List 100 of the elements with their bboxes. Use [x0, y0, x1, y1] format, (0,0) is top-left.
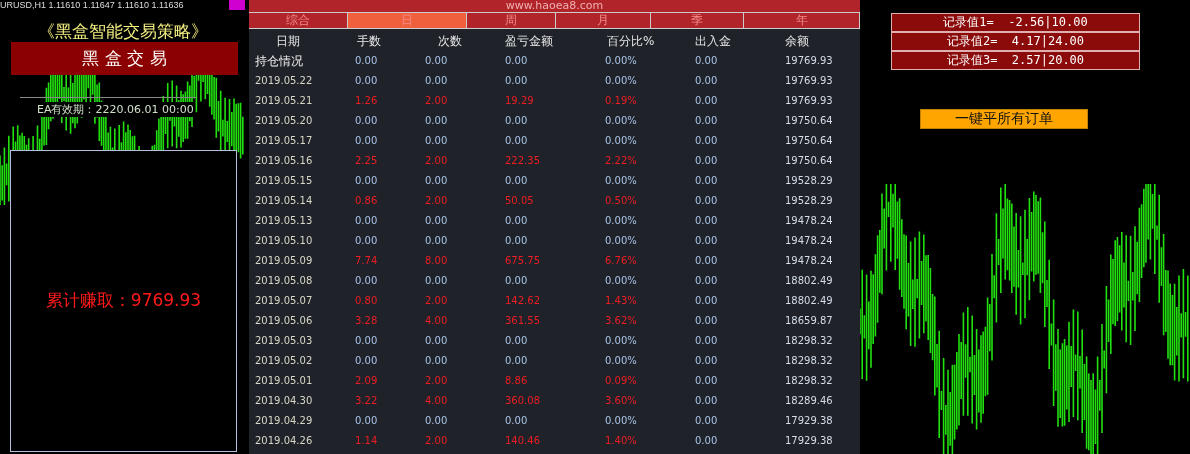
- table-cell-text: 19750.64: [785, 114, 834, 128]
- record-value: 记录值3= 2.57|20.00: [891, 51, 1140, 70]
- table-cell-text: 0.00: [355, 414, 379, 428]
- table-cell-text: 持仓情况: [255, 53, 304, 70]
- table-cell-text: 0.00: [695, 414, 719, 428]
- table-cell-text: 1.43%: [605, 294, 638, 308]
- table-cell-text: 6.76%: [605, 254, 638, 268]
- table-cell-text: 2019.04.26: [255, 434, 314, 448]
- table-cell-text: 0.00: [355, 214, 379, 228]
- table-cell-text: 2019.04.29: [255, 414, 314, 428]
- table-cell-text: 0.00: [695, 194, 719, 208]
- table-cell-text: 19.29: [505, 94, 535, 108]
- table-cell-text: 0.00%: [605, 334, 638, 348]
- table-cell-text: 0.00: [355, 134, 379, 148]
- table-cell-text: 2.00: [425, 94, 449, 108]
- column-header: 日期: [275, 33, 301, 50]
- table-cell-text: 18802.49: [785, 294, 834, 308]
- table-cell-text: 0.00: [695, 134, 719, 148]
- table-cell-text: 2.00: [425, 194, 449, 208]
- table-cell-text: 0.00%: [605, 234, 638, 248]
- table-cell-text: 2019.05.01: [255, 374, 314, 388]
- table-cell-text: 0.00: [425, 114, 449, 128]
- record-value: 记录值1= -2.56|10.00: [891, 13, 1140, 32]
- period-tab[interactable]: 季: [651, 13, 744, 28]
- table-cell-text: 0.00: [505, 234, 529, 248]
- table-cell-text: 0.00: [355, 334, 379, 348]
- table-cell-text: 0.00%: [605, 174, 638, 188]
- table-cell-text: 0.00%: [605, 354, 638, 368]
- column-header: 盈亏金额: [505, 33, 554, 50]
- table-cell-text: 0.00: [505, 414, 529, 428]
- table-cell-text: 0.80: [355, 294, 379, 308]
- table-cell-text: 0.00: [505, 274, 529, 288]
- table-cell-text: 0.00: [695, 354, 719, 368]
- table-cell-text: 0.00: [695, 214, 719, 228]
- period-tab[interactable]: 周: [467, 13, 556, 28]
- table-cell-text: 3.60%: [605, 394, 638, 408]
- table-cell-text: 19528.29: [785, 174, 834, 188]
- table-cell-text: 2019.05.07: [255, 294, 314, 308]
- table-cell-text: 0.00%: [605, 54, 638, 68]
- table-cell-text: 3.28: [355, 314, 379, 328]
- table-cell-text: 0.09%: [605, 374, 638, 388]
- table-cell-text: 0.00: [695, 74, 719, 88]
- table-cell-text: 0.00: [425, 274, 449, 288]
- table-cell-text: 140.46: [505, 434, 541, 448]
- table-cell-text: 2019.05.08: [255, 274, 314, 288]
- table-cell-text: 2019.05.09: [255, 254, 314, 268]
- table-cell-text: 0.00: [355, 54, 379, 68]
- table-cell-text: 2019.05.06: [255, 314, 314, 328]
- table-cell-text: 2019.05.15: [255, 174, 314, 188]
- table-cell-text: 0.00: [505, 354, 529, 368]
- table-cell-text: 18298.32: [785, 354, 834, 368]
- table-cell-text: 19769.93: [785, 74, 834, 88]
- strategy-title: 《黑盒智能交易策略》: [36, 20, 209, 42]
- column-header: 余额: [785, 33, 810, 50]
- table-cell-text: 2019.05.20: [255, 114, 314, 128]
- table-cell-text: 0.00: [505, 74, 529, 88]
- table-cell-text: 2.00: [425, 374, 449, 388]
- table-cell-text: 2019.05.02: [255, 354, 314, 368]
- table-cell-text: 2019.05.10: [255, 234, 314, 248]
- close-all-orders-button[interactable]: 一键平所有订单: [920, 109, 1088, 129]
- table-cell-text: 0.00: [425, 174, 449, 188]
- table-cell-text: 0.00%: [605, 414, 638, 428]
- table-cell-text: 2.00: [425, 434, 449, 448]
- table-cell-text: 2.22%: [605, 154, 638, 168]
- period-tab[interactable]: 综合: [249, 13, 348, 28]
- table-cell-text: 1.40%: [605, 434, 638, 448]
- table-cell-text: 19478.24: [785, 234, 834, 248]
- table-cell-text: 3.22: [355, 394, 379, 408]
- table-cell-text: 0.00%: [605, 74, 638, 88]
- table-cell-text: 2019.05.21: [255, 94, 314, 108]
- banner: 黑 盒 交 易: [11, 42, 238, 75]
- table-cell-text: 0.00%: [605, 274, 638, 288]
- table-cell-text: 2019.05.16: [255, 154, 314, 168]
- table-cell-text: 0.00%: [605, 214, 638, 228]
- table-cell-text: 0.86: [355, 194, 379, 208]
- period-tab[interactable]: 年: [744, 13, 860, 28]
- table-cell-text: 19769.93: [785, 54, 834, 68]
- marker-icon: [229, 0, 245, 10]
- table-cell-text: 0.00: [695, 274, 719, 288]
- expiry-text: EA有效期：2220.06.01 00:00: [37, 102, 194, 117]
- table-cell-text: 19528.29: [785, 194, 834, 208]
- period-tab[interactable]: 月: [556, 13, 651, 28]
- table-cell-text: 0.19%: [605, 94, 638, 108]
- table-cell-text: 2019.04.30: [255, 394, 314, 408]
- table-cell-text: 19478.24: [785, 214, 834, 228]
- table-cell-text: 19750.64: [785, 154, 834, 168]
- table-cell-text: 0.00%: [605, 134, 638, 148]
- table-cell-text: 0.00: [505, 114, 529, 128]
- table-cell-text: 0.00: [505, 134, 529, 148]
- table-cell-text: 2019.05.14: [255, 194, 314, 208]
- table-cell-text: 0.00: [505, 334, 529, 348]
- table-cell-text: 2019.05.22: [255, 74, 314, 88]
- symbol-quote: URUSD,H1 1.11610 1.11647 1.11610 1.11636: [0, 0, 185, 11]
- table-cell-text: 1.26: [355, 94, 379, 108]
- table-cell-text: 0.00: [695, 374, 719, 388]
- table-cell-text: 0.00: [695, 174, 719, 188]
- table-cell-text: 0.00: [695, 254, 719, 268]
- table-cell-text: 0.00: [695, 234, 719, 248]
- table-cell-text: 0.00: [425, 214, 449, 228]
- table-cell-text: 2019.05.17: [255, 134, 314, 148]
